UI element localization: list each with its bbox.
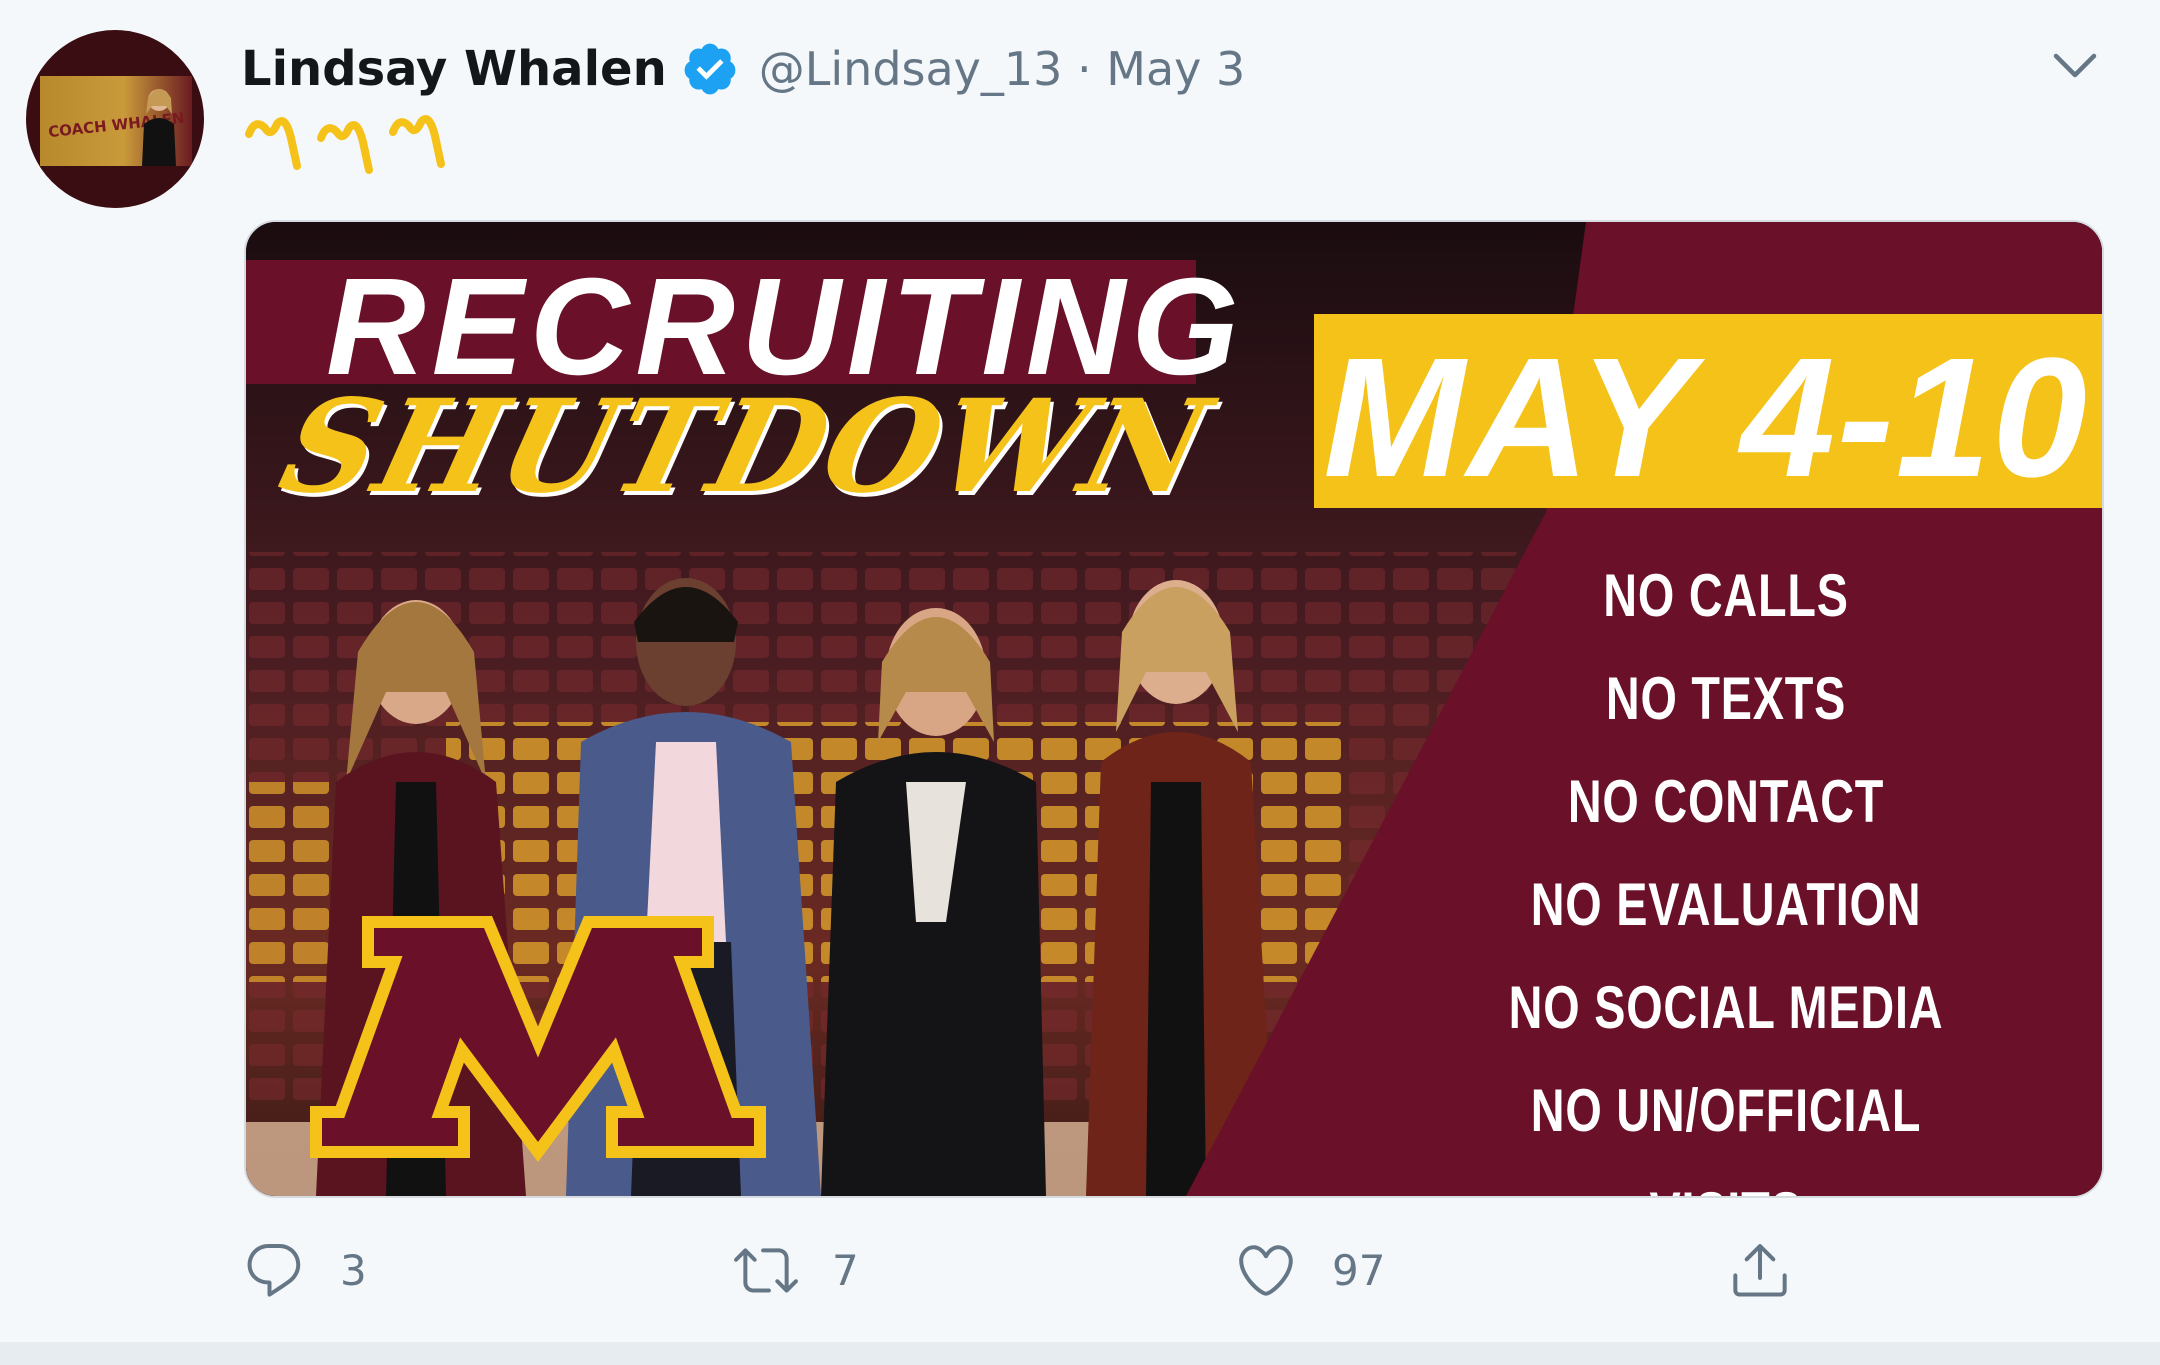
- avatar-person-image: [142, 89, 176, 166]
- verified-badge-icon: [684, 43, 736, 95]
- reply-count: 3: [340, 1245, 367, 1295]
- reply-icon: [247, 1243, 301, 1297]
- retweet-count: 7: [832, 1245, 859, 1295]
- title-shutdown: SHUTDOWN: [267, 372, 1225, 522]
- retweet-icon: [734, 1248, 798, 1293]
- media-image[interactable]: RECRUITING SHUTDOWN MAY 4-10 NO CALLS NO…: [244, 220, 2104, 1198]
- reply-button[interactable]: 3: [242, 1230, 367, 1310]
- rule-item: NO CALLS: [1603, 562, 1849, 629]
- like-count: 97: [1332, 1245, 1386, 1295]
- rule-item: NO SOCIAL MEDIA: [1508, 974, 1944, 1041]
- share-icon: [1733, 1244, 1787, 1297]
- avatar[interactable]: COACH WHALEN: [26, 30, 204, 208]
- action-bar: 3 7 97: [0, 1230, 2160, 1320]
- like-button[interactable]: 97: [1234, 1230, 1385, 1310]
- share-button[interactable]: [1728, 1230, 1792, 1310]
- gopher-hands-emoji-icon: [245, 115, 445, 174]
- avatar-banner: COACH WHALEN: [40, 76, 192, 166]
- title-dates: MAY 4-10: [1323, 323, 2089, 513]
- rule-item: NO CONTACT: [1567, 768, 1885, 835]
- tweet-header: Lindsay Whalen @Lindsay_13 · May 3: [241, 34, 1245, 104]
- display-name[interactable]: Lindsay Whalen: [241, 41, 667, 97]
- rule-list: NO CALLS NO TEXTS NO CONTACT NO EVALUATI…: [1376, 544, 2076, 1196]
- retweet-button[interactable]: 7: [734, 1230, 859, 1310]
- rule-item: NO UN/OFFICIAL VISITS: [1530, 1077, 1922, 1196]
- heart-icon: [1239, 1245, 1293, 1296]
- rule-item: NO TEXTS: [1605, 665, 1847, 732]
- handle-and-date[interactable]: @Lindsay_13 · May 3: [759, 42, 1246, 96]
- chevron-down-icon[interactable]: [2052, 50, 2098, 82]
- divider: [0, 1342, 2160, 1365]
- tweet[interactable]: COACH WHALEN Lindsay Whalen @Lindsay_13 …: [0, 0, 2160, 1340]
- rule-item: NO EVALUATION: [1530, 871, 1922, 938]
